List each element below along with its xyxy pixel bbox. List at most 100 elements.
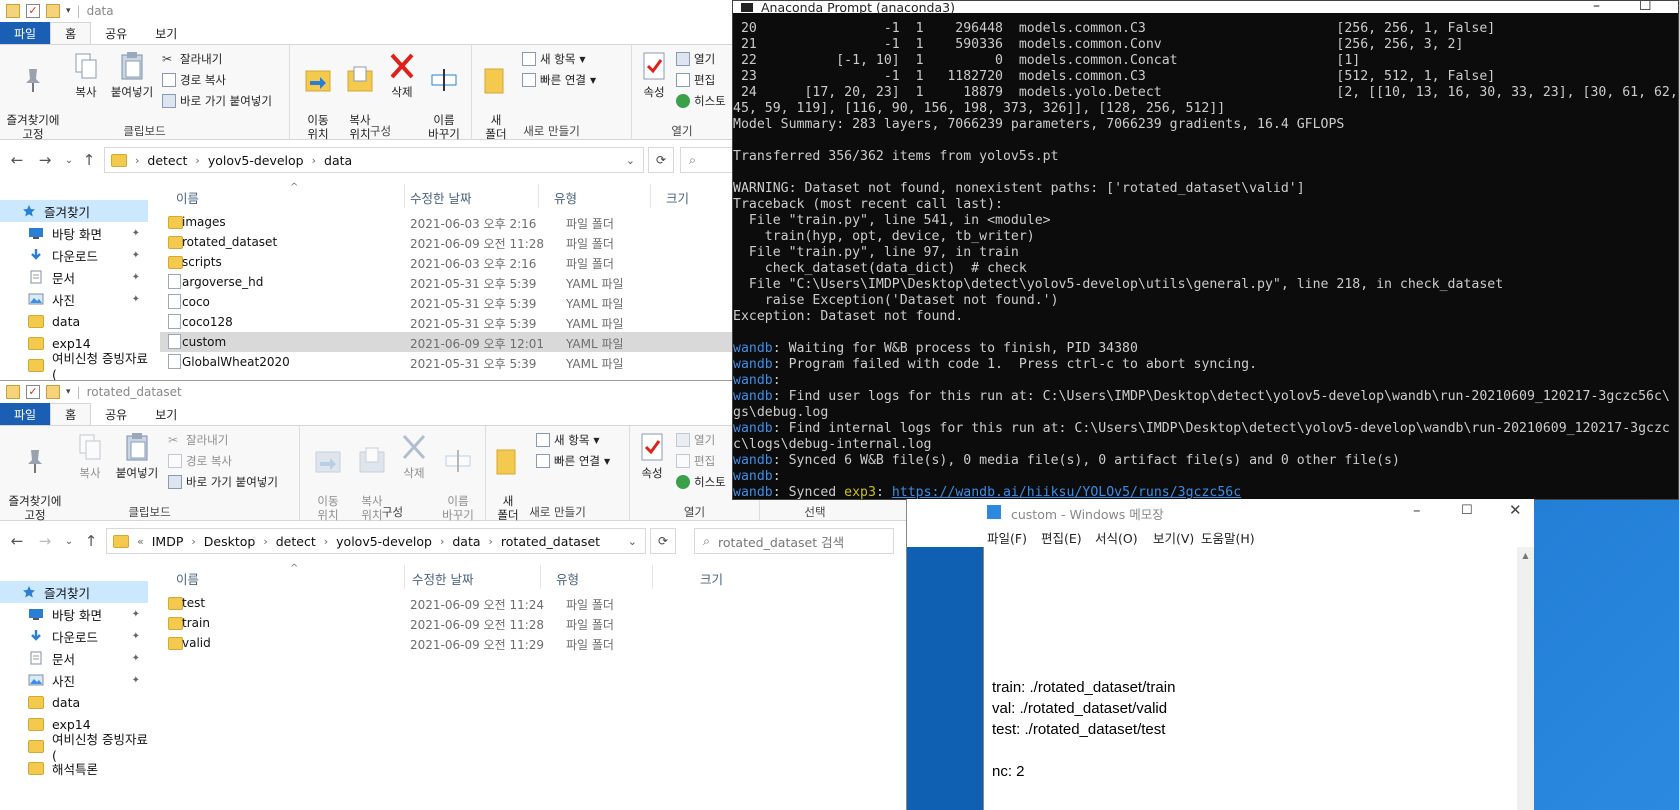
- cut-button[interactable]: ✂ 잘라내기: [162, 51, 222, 67]
- tab-file[interactable]: 파일: [0, 22, 51, 44]
- easy-access-button[interactable]: 빠른 연결 ▼: [536, 453, 610, 469]
- search-box[interactable]: ⌕ rotated_dataset 검색: [694, 528, 894, 554]
- breadcrumb-item[interactable]: detect: [276, 534, 316, 549]
- tab-home[interactable]: 홈: [50, 403, 92, 425]
- new-folder-quick-icon[interactable]: [46, 385, 60, 399]
- maximize-icon[interactable]: ☐: [1461, 503, 1473, 518]
- up-arrow-icon[interactable]: ↑: [76, 151, 102, 169]
- chevron-down-icon[interactable]: ⌄: [628, 535, 637, 548]
- nav-item-star[interactable]: 즐겨찾기: [0, 200, 148, 222]
- paste-button[interactable]: 붙여넣기: [112, 432, 162, 480]
- copy-path-button[interactable]: 경로 복사: [168, 453, 232, 469]
- menu-help[interactable]: 도움말(H): [1201, 528, 1255, 547]
- column-date[interactable]: 수정한 날짜: [412, 569, 473, 588]
- breadcrumb-overflow-icon[interactable]: «: [137, 535, 144, 548]
- table-row[interactable]: test 2021-06-09 오전 11:24 파일 폴더: [160, 593, 907, 613]
- breadcrumb-item[interactable]: Desktop: [204, 534, 256, 549]
- tab-home[interactable]: 홈: [50, 22, 92, 44]
- address-bar[interactable]: « IMDP › Desktop › detect › yolov5-devel…: [106, 528, 646, 554]
- paste-button[interactable]: 붙여넣기: [108, 51, 156, 99]
- menu-view[interactable]: 보기(V): [1153, 528, 1194, 547]
- menu-format[interactable]: 서식(O): [1095, 528, 1138, 547]
- address-bar[interactable]: › detect › yolov5-develop › data ⌄: [104, 147, 644, 173]
- quick-access-dropdown-icon[interactable]: ▾: [66, 6, 71, 16]
- paste-shortcut-button[interactable]: 바로 가기 붙여넣기: [162, 93, 272, 109]
- pin-icon[interactable]: ✦: [132, 631, 140, 642]
- back-arrow-icon[interactable]: ←: [4, 532, 30, 550]
- nav-item-folder[interactable]: data: [0, 310, 148, 332]
- column-type[interactable]: 유형: [556, 569, 579, 588]
- open-button[interactable]: 열기: [676, 51, 715, 67]
- tab-share[interactable]: 공유: [91, 403, 141, 425]
- pin-icon[interactable]: ✦: [132, 675, 140, 686]
- nav-item-star[interactable]: 즐겨찾기: [0, 581, 148, 603]
- column-divider[interactable]: [650, 184, 651, 208]
- pin-icon[interactable]: ✦: [132, 250, 140, 261]
- search-box[interactable]: ⌕: [680, 147, 740, 173]
- paste-shortcut-button[interactable]: 바로 가기 붙여넣기: [168, 474, 278, 490]
- open-button[interactable]: 열기: [676, 432, 715, 448]
- properties-button[interactable]: 속성: [636, 51, 672, 99]
- column-size[interactable]: 크기: [700, 569, 723, 588]
- breadcrumb-item[interactable]: detect: [147, 153, 187, 168]
- refresh-button[interactable]: ⟳: [650, 528, 676, 554]
- back-arrow-icon[interactable]: ←: [4, 151, 30, 169]
- properties-quick-icon[interactable]: ✓: [26, 4, 40, 18]
- properties-button[interactable]: 속성: [634, 432, 670, 480]
- column-divider[interactable]: [538, 184, 539, 208]
- table-row[interactable]: train 2021-06-09 오전 11:28 파일 폴더: [160, 613, 907, 633]
- tab-file[interactable]: 파일: [0, 403, 51, 425]
- copy-button[interactable]: 복사: [68, 51, 104, 99]
- scroll-up-arrow-icon[interactable]: ▲: [1517, 551, 1534, 560]
- pin-icon[interactable]: ✦: [132, 294, 140, 305]
- copy-button[interactable]: 복사: [72, 432, 108, 480]
- history-button[interactable]: 히스토: [676, 93, 726, 109]
- close-icon[interactable]: ✕: [1509, 501, 1522, 519]
- new-folder-quick-icon[interactable]: [46, 4, 60, 18]
- nav-item-desktop[interactable]: 바탕 화면 ✦: [0, 222, 148, 244]
- breadcrumb-item[interactable]: rotated_dataset: [501, 534, 600, 549]
- easy-access-button[interactable]: 빠른 연결 ▼: [522, 72, 596, 88]
- properties-quick-icon[interactable]: ✓: [26, 385, 40, 399]
- copy-path-button[interactable]: 경로 복사: [162, 72, 226, 88]
- tab-view[interactable]: 보기: [141, 403, 191, 425]
- new-item-button[interactable]: 새 항목 ▼: [536, 432, 600, 448]
- column-date[interactable]: 수정한 날짜: [410, 188, 471, 207]
- edit-button[interactable]: 편집: [676, 453, 715, 469]
- nav-item-folder[interactable]: data: [0, 691, 148, 713]
- column-type[interactable]: 유형: [554, 188, 577, 207]
- nav-item-download[interactable]: 다운로드 ✦: [0, 244, 148, 266]
- nav-item-photo[interactable]: 사진 ✦: [0, 669, 148, 691]
- column-name[interactable]: 이름: [176, 569, 199, 588]
- maximize-icon[interactable]: ☐: [1639, 1, 1652, 14]
- menu-file[interactable]: 파일(F): [987, 528, 1027, 547]
- column-divider[interactable]: [652, 565, 653, 589]
- vertical-scrollbar[interactable]: ▲: [1517, 547, 1534, 810]
- breadcrumb-item[interactable]: IMDP: [152, 534, 184, 549]
- breadcrumb-item[interactable]: yolov5-develop: [336, 534, 432, 549]
- pin-icon[interactable]: ✦: [132, 609, 140, 620]
- text-editor[interactable]: train: ./rotated_dataset/train val: ./rot…: [983, 547, 1534, 810]
- nav-item-photo[interactable]: 사진 ✦: [0, 288, 148, 310]
- minimize-icon[interactable]: –: [1593, 1, 1600, 14]
- pin-icon[interactable]: ✦: [132, 653, 140, 664]
- terminal-output[interactable]: 20 -1 1 296448 models.common.C3 [256, 25…: [733, 21, 1678, 499]
- tab-view[interactable]: 보기: [141, 22, 191, 44]
- minimize-icon[interactable]: –: [1413, 501, 1421, 519]
- new-item-button[interactable]: 새 항목 ▼: [522, 51, 586, 67]
- pin-icon[interactable]: ✦: [132, 228, 140, 239]
- nav-item-doc[interactable]: 문서 ✦: [0, 647, 148, 669]
- column-divider[interactable]: [404, 184, 405, 208]
- quick-access-dropdown-icon[interactable]: ▾: [66, 387, 71, 397]
- tab-share[interactable]: 공유: [91, 22, 141, 44]
- column-name[interactable]: 이름: [176, 188, 199, 207]
- history-button[interactable]: 히스토: [676, 474, 726, 490]
- delete-button[interactable]: 삭제: [396, 432, 432, 480]
- run-link[interactable]: https://wandb.ai/hiiksu/YOLOv5/runs/3gcz…: [892, 485, 1241, 499]
- cut-button[interactable]: ✂ 잘라내기: [168, 432, 228, 448]
- breadcrumb-item[interactable]: data: [324, 153, 352, 168]
- edit-button[interactable]: 편집: [676, 72, 715, 88]
- chevron-down-icon[interactable]: ⌄: [626, 154, 635, 167]
- forward-arrow-icon[interactable]: →: [32, 151, 58, 169]
- nav-item-folder[interactable]: 여비신청 증빙자료(: [0, 351, 148, 380]
